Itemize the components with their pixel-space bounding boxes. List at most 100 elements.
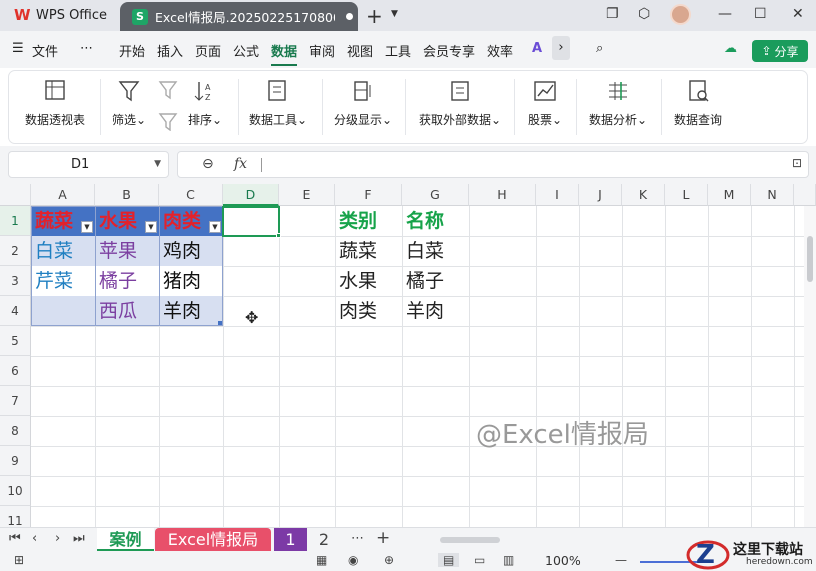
select-all-corner[interactable] [0,184,31,206]
table-header-cell[interactable]: 蔬菜 ▼ [31,206,95,236]
table-header-cell[interactable]: 肉类 ▼ [159,206,223,236]
column-header-c[interactable]: C [159,184,223,206]
pivot-table-button[interactable]: 数据透视表 [25,79,85,128]
lookup-cell[interactable]: 橘子 [402,266,469,296]
sort-button[interactable]: AZ 排序⌄ [188,79,222,128]
hamburger-menu-icon[interactable]: ☰ [12,41,24,56]
last-sheet-icon[interactable]: ⏭ [73,531,85,546]
expand-formula-icon[interactable]: ⊡ [792,156,802,170]
menu-tools[interactable]: 工具 [385,41,411,60]
zoom-out-icon[interactable]: — [615,553,627,567]
column-header-m[interactable]: M [708,184,751,206]
data-query-button[interactable]: 数据查询 [674,79,722,128]
table-cell[interactable]: 猪肉 [159,266,223,296]
unsaved-dot-icon[interactable] [346,13,353,20]
tab-list-chevron-icon[interactable]: ▼ [391,9,398,19]
external-data-button[interactable]: 获取外部数据⌄ [419,79,501,128]
column-header-n[interactable]: N [751,184,794,206]
row-header-8[interactable]: 8 [0,416,31,446]
add-sheet-button[interactable]: + [376,528,390,548]
column-header-a[interactable]: A [31,184,95,206]
crosshair-icon[interactable]: ⊕ [384,553,394,567]
menu-review[interactable]: 审阅 [309,41,335,60]
more-sheets-button[interactable]: ⋯ [351,531,364,546]
outline-button[interactable]: 分级显示⌄ [334,79,392,128]
column-header-g[interactable]: G [402,184,469,206]
reapply-filter-icon[interactable] [157,111,179,131]
avatar[interactable] [670,4,691,25]
lookup-cell[interactable]: 蔬菜 [335,236,402,266]
table-cell[interactable]: 白菜 [31,236,95,266]
table-cell[interactable]: 苹果 [95,236,159,266]
ai-icon[interactable]: A [532,41,542,56]
minimize-icon[interactable]: — [718,6,732,22]
column-header-j[interactable]: J [579,184,622,206]
menu-page[interactable]: 页面 [195,41,221,60]
lookup-cell[interactable]: 羊肉 [402,296,469,326]
column-header-k[interactable]: K [622,184,665,206]
zoom-level[interactable]: 100% [545,553,581,568]
filter-dropdown-icon[interactable]: ▼ [145,221,157,233]
column-header-d[interactable]: D [223,184,279,206]
menu-member[interactable]: 会员专享 [423,41,475,60]
filter-button[interactable]: 筛选⌄ [112,79,146,128]
column-header-f[interactable]: F [335,184,402,206]
filter-dropdown-icon[interactable]: ▼ [209,221,221,233]
row-header-9[interactable]: 9 [0,446,31,476]
menu-more[interactable]: ⋯ [80,41,93,56]
table-view-icon[interactable]: ▦ [316,553,327,567]
maximize-icon[interactable]: ☐ [754,6,767,22]
macro-record-icon[interactable]: ⊞ [14,553,24,567]
column-header-e[interactable]: E [279,184,335,206]
horizontal-scrollbar[interactable] [440,537,500,543]
wps-home-tab[interactable]: W WPS Office [14,6,107,24]
menu-formula[interactable]: 公式 [233,41,259,60]
row-header-7[interactable]: 7 [0,386,31,416]
eye-icon[interactable]: ◉ [348,553,358,567]
menu-start[interactable]: 开始 [119,41,145,60]
insert-function-icon[interactable]: fx [234,156,247,172]
column-header-i[interactable]: I [536,184,579,206]
lookup-header-category[interactable]: 类别 [335,206,402,236]
formula-input[interactable]: ⊖ fx ⊡ [177,151,809,178]
ribbon-scroll-right-icon[interactable]: › [552,36,570,60]
table-header-cell[interactable]: 水果 ▼ [95,206,159,236]
row-header-5[interactable]: 5 [0,326,31,356]
row-header-3[interactable]: 3 [0,266,31,296]
next-sheet-icon[interactable]: › [55,531,60,546]
name-box[interactable]: D1 ▼ [8,151,169,178]
share-button[interactable]: ⇪ 分享 [752,40,808,62]
page-layout-icon[interactable]: ▭ [474,553,485,567]
lookup-cell[interactable]: 肉类 [335,296,402,326]
table-cell[interactable]: 橘子 [95,266,159,296]
cloud-sync-icon[interactable]: ☁ [724,41,737,56]
sheet-tab-1[interactable]: 1 [274,528,307,551]
spreadsheet-grid[interactable]: A B C D E F G H I J K L M N 1 2 3 4 5 6 … [0,184,816,527]
first-sheet-icon[interactable]: ⏮ [9,531,21,546]
prev-sheet-icon[interactable]: ‹ [32,531,37,546]
menu-view[interactable]: 视图 [347,41,373,60]
stock-button[interactable]: 股票⌄ [528,79,562,128]
vertical-scroll-thumb[interactable] [807,236,813,282]
column-header-b[interactable]: B [95,184,159,206]
restore-layout-icon[interactable]: ❐ [606,6,619,22]
fill-handle[interactable] [276,233,281,238]
row-header-1[interactable]: 1 [0,206,31,236]
sheet-tab-case[interactable]: 案例 [97,528,154,551]
table-cell[interactable]: 羊肉 [159,296,223,326]
table-resize-handle[interactable] [218,321,222,325]
data-tools-button[interactable]: 数据工具⌄ [249,79,307,128]
row-header-11[interactable]: 11 [0,506,31,527]
lookup-header-name[interactable]: 名称 [402,206,469,236]
row-header-2[interactable]: 2 [0,236,31,266]
table-cell[interactable]: 鸡肉 [159,236,223,266]
new-tab-button[interactable]: + [366,4,383,28]
sheet-tab-excel[interactable]: Excel情报局 [155,528,271,551]
search-icon[interactable]: ⌕ [596,41,603,56]
menu-efficiency[interactable]: 效率 [487,41,513,60]
clear-filter-button[interactable] [157,79,179,139]
active-cell-selection[interactable] [222,206,280,237]
menu-data[interactable]: 数据 [271,41,297,60]
close-icon[interactable]: ✕ [792,6,804,22]
lookup-cell[interactable]: 白菜 [402,236,469,266]
